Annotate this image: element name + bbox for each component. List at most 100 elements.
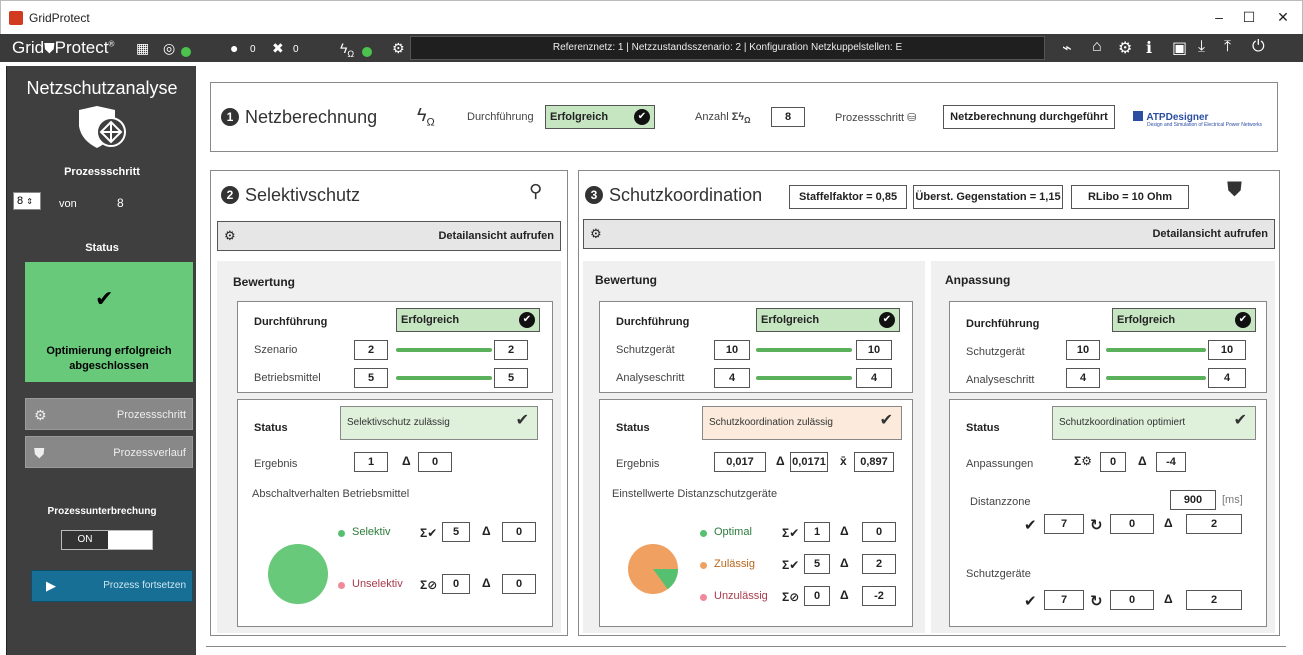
row1-value-b: 10 <box>856 340 892 360</box>
device-icon[interactable]: ⚙ <box>392 39 405 57</box>
distanz-value: 900 <box>1170 490 1216 510</box>
save-icon[interactable]: ▣ <box>1172 38 1187 58</box>
koord-anpassung: Anpassung Durchführung Erfolgreich ✔ Schu… <box>931 261 1275 633</box>
delta-icon: Δ <box>840 556 849 570</box>
delta-icon: Δ <box>402 454 411 468</box>
status-value: Schutzkoordination optimiert ✔ <box>1052 406 1256 440</box>
check-circle-icon: ✔ <box>1024 517 1037 534</box>
grid-menu-icon[interactable]: ▦ <box>136 39 149 57</box>
staffelfaktor-value: Staffelfaktor = 0,85 <box>789 185 907 209</box>
selektivschutz-title: 2 Selektivschutz <box>221 185 360 206</box>
download-icon[interactable]: ⤓ <box>1198 38 1205 56</box>
row1-value-a: 2 <box>354 340 388 360</box>
delta-icon: Δ <box>482 524 491 538</box>
settings-icon[interactable]: ⚙ <box>1118 38 1132 58</box>
selektiv-count: 5 <box>442 522 470 542</box>
play-icon: ▶ <box>46 578 56 593</box>
atp-logo-icon <box>1133 111 1143 121</box>
warning-icon[interactable]: ● <box>230 39 238 57</box>
selektiv-detail-button[interactable]: ⚙ Detailansicht aufrufen <box>217 221 561 251</box>
location-icon[interactable]: ◎ <box>163 39 175 57</box>
selective-protection-icon: ⚲ <box>529 181 543 201</box>
row1-label: Szenario <box>254 344 298 356</box>
refresh-icon: ↻ <box>1090 593 1103 610</box>
status-text: Selektivschutz zulässig <box>347 417 450 428</box>
row2-progress-bar <box>756 376 852 380</box>
sigma-check-icon: Σ✔ <box>782 526 800 540</box>
unselektiv-count: 0 <box>442 574 470 594</box>
distanz-delta: 2 <box>1186 514 1242 534</box>
durch-label: Durchführung <box>616 316 690 328</box>
legend-dot-selektiv <box>338 530 345 537</box>
row1-label: Schutzgerät <box>616 344 675 356</box>
legend-unselektiv: Unselektiv <box>352 578 403 590</box>
step-number: 1 <box>221 108 239 126</box>
schutzkoordination-panel: 3 Schutzkoordination Staffelfaktor = 0,85… <box>578 170 1280 636</box>
logo-trademark: ® <box>108 39 115 49</box>
spinner-arrows-icon[interactable]: ⇕ <box>26 197 33 206</box>
selektiv-bewertung: Bewertung Durchführung Erfolgreich ✔ Szen… <box>217 261 561 633</box>
interrupt-label: Prozessunterbrechung <box>47 506 157 517</box>
row1-progress-bar <box>756 348 852 352</box>
zulaessig-delta: 2 <box>862 554 896 574</box>
step-spinner[interactable]: 8 ⇕ <box>13 192 41 210</box>
continue-process-button[interactable]: ▶ Prozess fortsetzen <box>31 570 193 602</box>
minimize-button[interactable]: – <box>1205 7 1233 27</box>
prozess-text: Prozessschritt <box>835 112 905 124</box>
title-text: Schutzkoordination <box>609 185 763 205</box>
process-history-label: Prozessverlauf <box>113 447 186 459</box>
bewertung-heading: Bewertung <box>233 275 296 289</box>
selektiv-pie-chart <box>268 544 328 604</box>
upload-icon[interactable]: ⤒ <box>1224 38 1231 56</box>
logo-text-b: Protect <box>54 38 109 57</box>
ergebnis-mean: 0,897 <box>854 452 894 472</box>
row1-value-a: 10 <box>1066 340 1100 360</box>
power-calc-icon[interactable]: ϟΩ <box>340 39 354 63</box>
unzulaessig-delta: -2 <box>862 586 896 606</box>
info-icon[interactable]: ℹ <box>1146 38 1152 58</box>
anpass-count: 0 <box>1100 452 1126 472</box>
app-icon <box>9 11 23 25</box>
network-protection-icon <box>79 106 126 148</box>
close-button[interactable]: ✕ <box>1269 7 1297 27</box>
main-content: 1 Netzberechnung ϟΩ Durchführung Erfolgre… <box>200 66 1303 655</box>
logo-text-a: Grid <box>12 38 45 57</box>
koord-detail-button[interactable]: ⚙ Detailansicht aufrufen <box>583 219 1275 249</box>
process-step-button[interactable]: ⚙ Prozessschritt <box>25 398 193 430</box>
detail-icon: ⚙ <box>224 228 236 243</box>
continue-label: Prozess fortsetzen <box>103 580 186 591</box>
interrupt-toggle[interactable]: ON <box>61 530 153 550</box>
unselektiv-delta: 0 <box>502 574 536 594</box>
row2-value-b: 5 <box>494 368 528 388</box>
status-box: Status Schutzkoordination zulässig ✔ Erge… <box>599 399 913 627</box>
status-label: Status <box>254 422 288 434</box>
row1-label: Schutzgerät <box>966 346 1025 358</box>
schutz-delta: 2 <box>1186 590 1242 610</box>
ergebnis-label: Ergebnis <box>254 458 298 470</box>
process-history-button[interactable]: ⛊ Prozessverlauf <box>25 436 193 468</box>
network-icon[interactable]: ⌁ <box>1062 38 1072 58</box>
anzahl-label: Anzahl ΣϟΩ <box>695 111 751 125</box>
selektiv-delta: 0 <box>502 522 536 542</box>
ueberst-gegenstation-value: Überst. Gegenstation = 1,15 <box>913 185 1063 209</box>
check-icon: ✔ <box>519 312 535 328</box>
status-label: Status <box>616 422 650 434</box>
durch-status: Erfolgreich ✔ <box>756 308 900 332</box>
step-number: 2 <box>221 186 239 204</box>
error-icon[interactable]: ✖ <box>272 39 284 57</box>
row2-label: Betriebsmittel <box>254 372 321 384</box>
maximize-button[interactable]: ☐ <box>1235 7 1263 27</box>
ergebnis-value: 1 <box>354 452 388 472</box>
home-icon[interactable]: ⌂ <box>1092 38 1102 56</box>
durch-status: Erfolgreich ✔ <box>545 105 655 129</box>
main-toolbar: Grid⛊Protect® ▦ ◎ ● 0 ✖ 0 ϟΩ ⚙ Referenzn… <box>0 34 1303 62</box>
prozess-label: Prozessschritt ⛁ <box>835 111 916 124</box>
durch-value: Erfolgreich <box>401 314 460 326</box>
durch-label: Durchführung <box>467 111 534 123</box>
status-text: Optimierung erfolgreich abgeschlossen <box>46 345 172 372</box>
sigma-cancel-icon: Σ⊘ <box>420 578 438 592</box>
power-icon[interactable]: ⏻ <box>1252 38 1265 56</box>
error-count: 0 <box>293 44 299 55</box>
optimal-count: 1 <box>804 522 830 542</box>
atp-designer-logo: ATPDesigner Design and Simulation of Ele… <box>1133 109 1263 128</box>
